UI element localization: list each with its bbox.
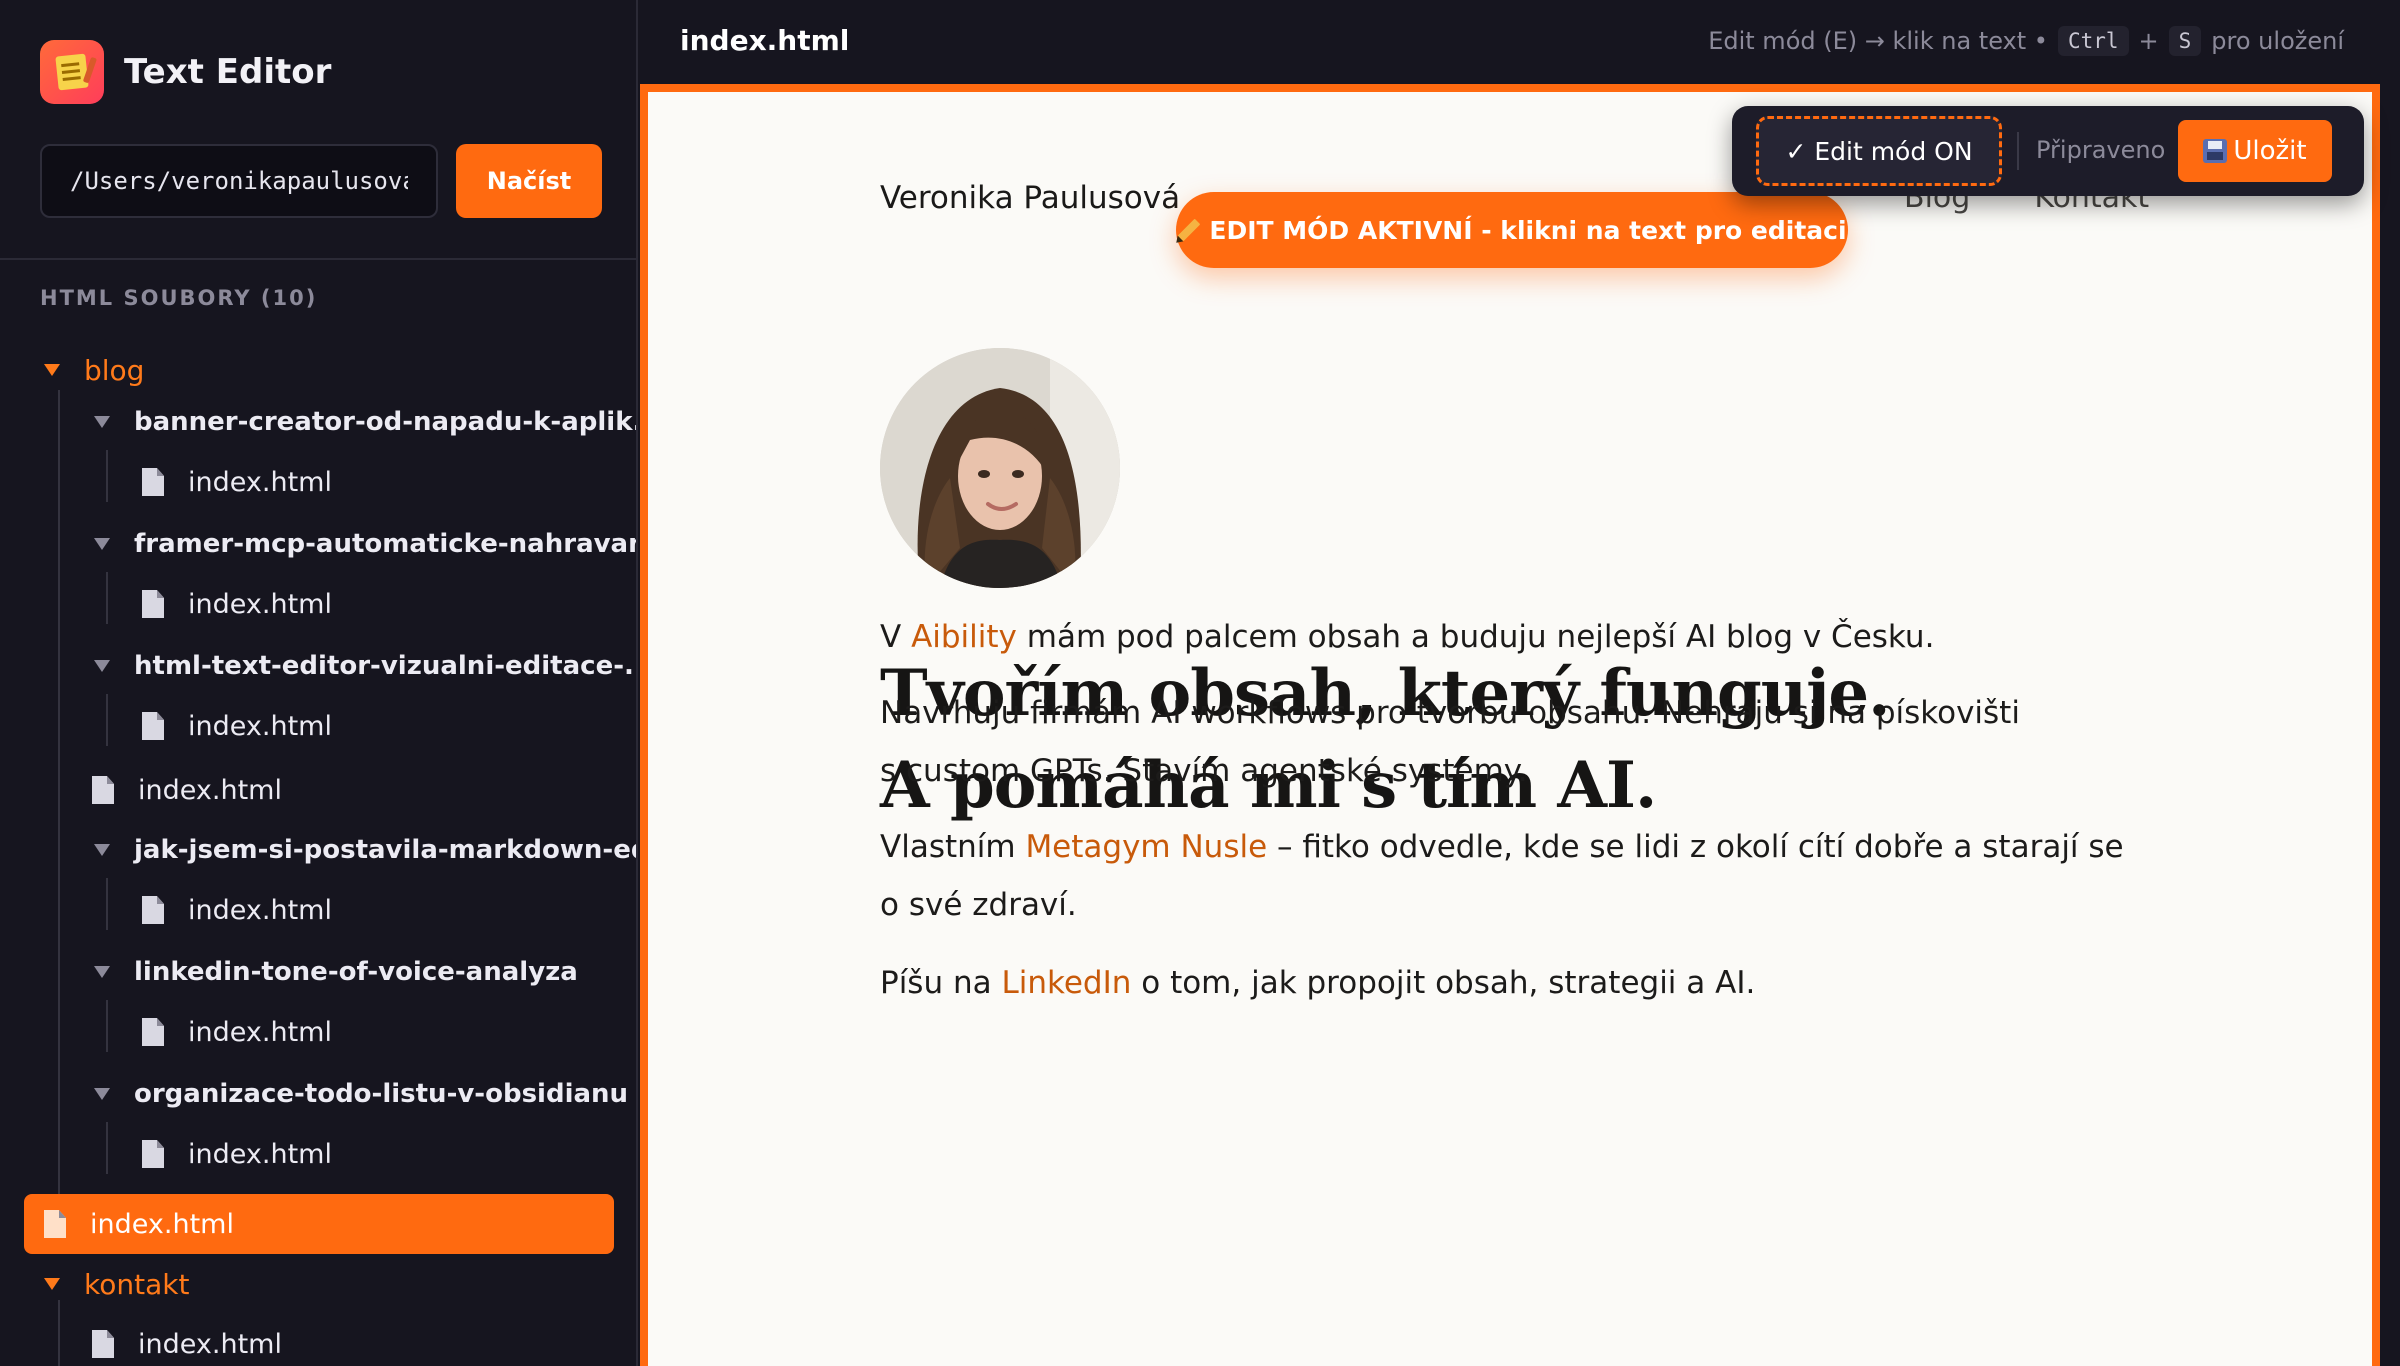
tree-guide-line — [106, 1000, 108, 1052]
chevron-down-icon — [94, 538, 108, 550]
file-icon — [44, 1210, 66, 1238]
notepad-icon — [40, 40, 104, 104]
tree-file[interactable]: index.html — [142, 880, 332, 940]
link-metagym[interactable]: Metagym Nusle — [1025, 829, 1267, 865]
floppy-disk-icon — [2203, 139, 2228, 163]
hint-suffix: pro uložení — [2211, 27, 2344, 55]
tree-file-selected[interactable]: index.html — [24, 1194, 614, 1254]
tree-folder[interactable]: jak-jsem-si-postavila-markdown-ed... — [94, 820, 636, 880]
kbd-s: S — [2168, 26, 2202, 56]
sidebar: Text Editor Načíst HTML SOUBORY (10) blo… — [0, 0, 638, 1366]
file-icon — [142, 468, 164, 496]
tree-folder[interactable]: html-text-editor-vizualni-editace-... — [94, 636, 636, 696]
tree-folder[interactable]: banner-creator-od-napadu-k-aplik... — [94, 392, 636, 452]
load-button[interactable]: Načíst — [456, 144, 602, 218]
file-icon — [142, 896, 164, 924]
tree-guide-line — [106, 878, 108, 930]
preview-frame: Veronika Paulusová Blog Kontakt EDIT MÓD… — [640, 84, 2380, 1366]
avatar — [880, 348, 1120, 588]
tree-file[interactable]: index.html — [142, 696, 332, 756]
files-section-label: HTML SOUBORY (10) — [40, 286, 318, 310]
sidebar-divider — [0, 258, 636, 260]
chevron-down-icon — [94, 844, 108, 856]
preview-page: Veronika Paulusová Blog Kontakt EDIT MÓD… — [648, 92, 2372, 1366]
tree-folder-blog[interactable]: blog — [44, 340, 144, 400]
chevron-down-icon — [94, 660, 108, 672]
intro-paragraph-4[interactable]: Píšu na LinkedIn o tom, jak propojit obs… — [880, 954, 2130, 1012]
chevron-down-icon — [44, 1278, 58, 1290]
tree-file[interactable]: index.html — [142, 452, 332, 512]
scrollbar[interactable] — [2380, 84, 2400, 1366]
edit-banner-text: EDIT MÓD AKTIVNÍ - klikni na text pro ed… — [1209, 215, 1847, 245]
shortcut-hint: Edit mód (E) → klik na text • Ctrl + S p… — [1708, 26, 2344, 56]
tree-file[interactable]: index.html — [142, 1002, 332, 1062]
file-icon — [142, 1140, 164, 1168]
chevron-down-icon — [44, 364, 58, 376]
hint-prefix: Edit mód (E) → klik na text • — [1708, 27, 2048, 55]
chevron-down-icon — [94, 966, 108, 978]
intro-paragraph-3[interactable]: Vlastním Metagym Nusle – fitko odvedle, … — [880, 818, 2130, 934]
tree-file[interactable]: index.html — [92, 1314, 282, 1366]
tree-guide-line — [106, 450, 108, 502]
file-icon — [142, 1018, 164, 1046]
tree-folder-kontakt[interactable]: kontakt — [44, 1254, 189, 1314]
tree-guide-line — [58, 390, 60, 1228]
file-icon — [142, 590, 164, 618]
chevron-down-icon — [94, 416, 108, 428]
app-title: Text Editor — [124, 52, 332, 92]
save-label: Uložit — [2233, 136, 2307, 166]
tree-file[interactable]: index.html — [142, 1124, 332, 1184]
tree-guide-line — [106, 694, 108, 746]
intro-paragraph-2[interactable]: Navrhuju firmám AI workflows pro tvorbu … — [880, 684, 2130, 800]
tree-folder[interactable]: linkedin-tone-of-voice-analyza — [94, 942, 578, 1002]
edit-mode-banner: EDIT MÓD AKTIVNÍ - klikni na text pro ed… — [1176, 192, 1848, 268]
link-aibility[interactable]: Aibility — [911, 619, 1017, 655]
toolbar-divider — [2017, 132, 2019, 170]
tree-file[interactable]: index.html — [92, 760, 282, 820]
tree-file[interactable]: index.html — [142, 574, 332, 634]
file-icon — [92, 776, 114, 804]
pencil-icon — [1178, 218, 1201, 242]
tree-guide-line — [106, 1122, 108, 1174]
path-input[interactable] — [40, 144, 438, 218]
tree-guide-line — [106, 572, 108, 624]
portrait-image — [880, 348, 1120, 588]
tree-folder[interactable]: framer-mcp-automaticke-nahravani — [94, 514, 636, 574]
editor-toolbar: ✓ Edit mód ON Připraveno Uložit — [1732, 106, 2364, 196]
tree-folder[interactable]: organizace-todo-listu-v-obsidianu — [94, 1064, 628, 1124]
kbd-ctrl: Ctrl — [2057, 26, 2129, 56]
save-button[interactable]: Uložit — [2178, 120, 2332, 182]
file-icon — [142, 712, 164, 740]
file-icon — [92, 1330, 114, 1358]
kbd-plus: + — [2138, 27, 2159, 55]
current-filename: index.html — [680, 24, 850, 57]
edit-mode-toggle[interactable]: ✓ Edit mód ON — [1756, 116, 2002, 186]
link-linkedin[interactable]: LinkedIn — [1001, 965, 1131, 1001]
site-name[interactable]: Veronika Paulusová — [880, 180, 1180, 216]
save-status: Připraveno — [2036, 136, 2166, 164]
intro-paragraph-1[interactable]: V Aibility mám pod palcem obsah a buduju… — [880, 608, 2130, 666]
chevron-down-icon — [94, 1088, 108, 1100]
brand: Text Editor — [40, 40, 331, 104]
topbar: index.html Edit mód (E) → klik na text •… — [640, 0, 2400, 84]
path-row: Načíst — [40, 144, 602, 218]
